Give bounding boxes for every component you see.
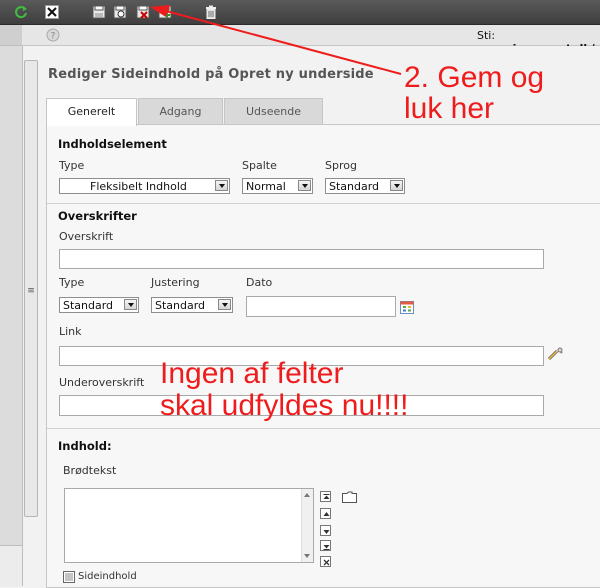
refresh-icon[interactable] [14,5,28,19]
section-heading-content: Indhold: [58,439,112,453]
move-top-button[interactable] [320,491,331,502]
page-content-label: Sideindhold [78,571,137,582]
move-top-icon [323,494,330,499]
section-divider [47,428,600,429]
tab-panel-generelt: Indholdselement Type Spalte Sprog Fleksi… [46,124,600,588]
chevron-down-icon [218,299,231,310]
content-type-value: Fleksibelt Indhold [90,180,187,193]
annotation-save-close: 2. Gem og luk her [404,62,544,124]
tab-generelt[interactable]: Generelt [46,98,137,126]
section-heading-headers: Overskrifter [58,209,137,223]
header-input[interactable] [59,249,544,269]
tab-udseende[interactable]: Udseende [224,98,323,125]
delete-icon[interactable] [204,5,218,19]
chevron-down-icon [124,299,137,310]
annotation-no-fields: Ingen af felter skal udfyldes nu!!!! [160,358,408,422]
move-bottom-button[interactable] [320,540,331,551]
column-select[interactable]: Normal [242,178,313,194]
help-icon[interactable]: ? [46,28,60,42]
save-close-icon[interactable] [136,5,150,19]
chevron-down-icon [390,180,403,191]
editor-main: Rediger Sideindhold på Opret ny undersid… [38,46,600,588]
link-label: Link [59,325,82,338]
header-label: Overskrift [59,230,114,243]
date-input[interactable] [246,296,396,317]
language-label: Sprog [325,159,357,172]
subheader-label: Underoverskrift [59,376,145,389]
scroll-up-icon [304,493,310,497]
remove-button[interactable] [320,556,331,567]
header-type-value: Standard [63,299,114,312]
close-icon[interactable] [45,5,59,19]
header-type-label: Type [59,276,85,289]
page-title: Rediger Sideindhold på Opret ny undersid… [48,67,374,82]
save-icon[interactable] [92,5,106,19]
annotation-line: 2. Gem og [404,61,545,94]
language-value: Standard [329,180,380,193]
textarea-scrollbar[interactable] [301,489,313,562]
left-panel-footer [0,545,22,587]
move-bottom-icon [323,545,330,550]
svg-text:?: ? [51,32,56,42]
link-wizard-icon[interactable] [547,347,564,361]
annotation-line: Ingen af felter [160,357,344,390]
annotation-line: skal udfyldes nu!!!! [160,389,409,422]
path-label: Sti: [477,29,496,42]
move-down-icon [323,530,330,534]
grip-icon: ≡ [27,286,35,296]
move-up-button[interactable] [320,508,331,519]
section-divider [47,203,600,204]
calendar-icon[interactable] [400,300,414,314]
date-label: Dato [246,276,273,289]
align-select[interactable]: Standard [151,297,233,313]
left-panel-header [0,25,22,46]
save-new-icon[interactable] [158,5,172,19]
folder-icon[interactable] [342,491,357,503]
content-type-select[interactable]: Fleksibelt Indhold [59,178,230,194]
bodytext-textarea[interactable] [64,488,314,563]
panel-resize-handle[interactable]: ≡ [24,60,38,517]
language-select[interactable]: Standard [325,178,405,194]
tab-adgang[interactable]: Adgang [138,98,223,125]
header-type-select[interactable]: Standard [59,297,139,313]
scroll-down-icon [304,554,310,558]
path-bar: ? Sti: ...auningssport.dk/ [22,25,600,55]
left-panel [0,25,23,587]
type-label: Type [59,159,85,172]
close-icon [323,559,330,566]
save-view-icon[interactable] [113,5,127,19]
column-value: Normal [246,180,286,193]
align-label: Justering [151,276,200,289]
top-toolbar [0,0,600,25]
chevron-down-icon [215,180,228,191]
move-up-icon [323,512,330,516]
bodytext-label: Brødtekst [63,464,117,477]
move-down-button[interactable] [320,525,331,536]
section-heading-content-element: Indholdselement [58,137,167,151]
align-value: Standard [155,299,206,312]
annotation-line: luk her [404,92,495,125]
chevron-down-icon [298,180,311,191]
page-content-icon [63,571,75,583]
column-label: Spalte [242,159,277,172]
